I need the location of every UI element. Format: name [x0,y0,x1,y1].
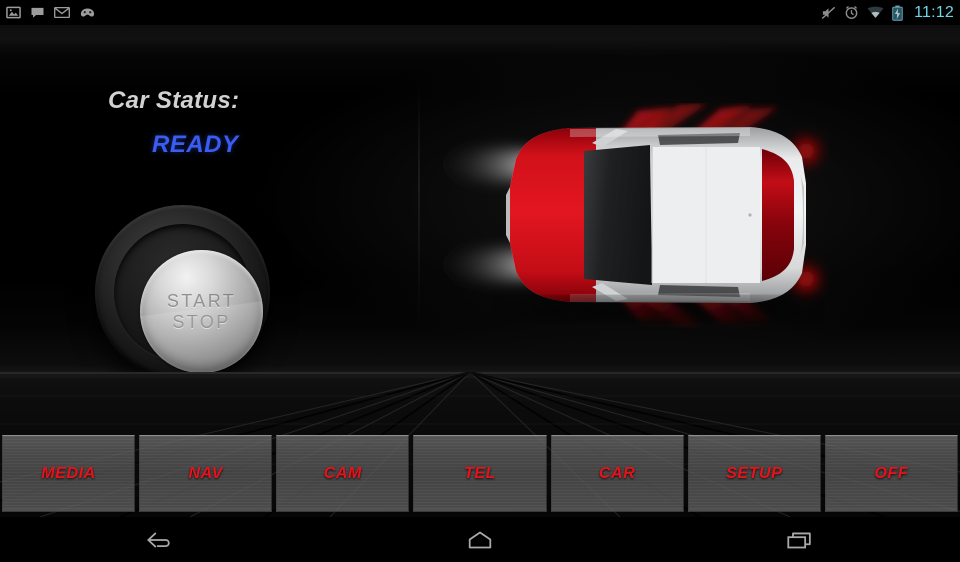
car-status-label: Car Status: [108,87,240,114]
recents-icon [787,532,811,548]
cam-button[interactable]: CAM [276,435,410,512]
main-stage: Car Status: READY START STOP [0,25,960,372]
cam-button-label: CAM [323,464,362,482]
tel-button-label: TEL [463,464,496,482]
off-button-label: OFF [874,464,909,482]
volume-mute-icon [821,6,836,19]
setup-button[interactable]: SETUP [687,435,821,512]
car-top-view-image [430,103,826,328]
screenshot-image-icon [6,6,21,19]
start-label: START [166,290,237,311]
app-screen: 11:12 Car Status: READY START STOP MEDIA… [0,0,960,562]
home-button[interactable] [320,517,640,562]
recents-button[interactable] [640,517,960,562]
start-stop-face: START STOP [140,250,263,372]
car-body [506,127,806,303]
start-stop-engine-button[interactable]: START STOP [95,205,270,372]
nav-button[interactable]: NAV [139,435,273,512]
car-status-block: Car Status: READY [108,87,338,159]
stop-label: STOP [172,311,231,332]
nav-button-label: NAV [188,464,223,482]
email-envelope-icon [54,6,70,19]
android-navigation-bar [0,517,960,562]
status-bar-system-icons: 11:12 [821,4,954,22]
alarm-clock-icon [845,5,858,19]
cyanogenmod-head-icon [80,8,95,17]
app-button-bar: MEDIA NAV CAM TEL CAR SETUP OFF [0,435,960,512]
status-bar-clock: 11:12 [914,3,954,21]
media-button-label: MEDIA [41,464,96,482]
back-button[interactable] [0,517,320,562]
battery-charging-icon [892,5,903,21]
car-button-label: CAR [598,464,636,482]
home-icon [468,531,492,548]
car-status-value: READY [152,131,239,158]
media-button[interactable]: MEDIA [2,435,136,512]
off-button[interactable]: OFF [824,435,958,512]
wifi-icon [867,6,884,18]
setup-button-label: SETUP [726,464,783,482]
back-icon [147,532,170,547]
status-bar-notification-icons [6,5,96,20]
car-button[interactable]: CAR [550,435,684,512]
android-status-bar: 11:12 [0,0,960,25]
start-stop-inner-ring: START STOP [114,224,263,372]
tel-button[interactable]: TEL [413,435,547,512]
chat-bubble-icon [31,7,44,18]
